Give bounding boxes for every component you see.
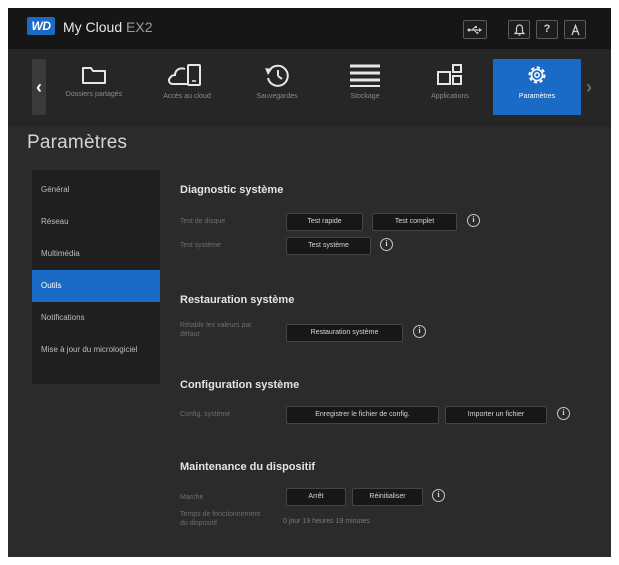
nav-label: Accès au cloud <box>163 93 211 100</box>
usb-icon[interactable] <box>463 20 487 39</box>
app-window: WD My Cloud EX2 ? ‹ Dossiers partagés Ac… <box>8 8 611 557</box>
nav-label: Sauvegardes <box>256 93 298 100</box>
nav-next-button[interactable]: › <box>582 59 596 115</box>
settings-sidebar: Général Réseau Multimédia Outils Notific… <box>32 170 160 384</box>
reboot-button[interactable]: Réinitialiser <box>352 488 423 506</box>
nav-item-applications[interactable]: Applications <box>406 59 494 115</box>
system-restore-button[interactable]: Restauration système <box>286 324 403 342</box>
nav-label: Applications <box>431 93 469 100</box>
restore-label-line2: défaut <box>180 331 200 338</box>
storage-icon <box>350 64 380 87</box>
sidebar-item-media[interactable]: Multimédia <box>32 238 160 270</box>
info-icon[interactable]: i <box>557 407 570 420</box>
nav-label: Stockage <box>350 93 380 100</box>
nav-label: Dossiers partagés <box>65 91 123 98</box>
power-label: Marche <box>180 494 204 501</box>
import-file-button[interactable]: Importer un fichier <box>445 406 547 424</box>
apps-icon <box>437 64 462 85</box>
page-title: Paramètres <box>27 132 128 153</box>
quick-test-button[interactable]: Test rapide <box>286 213 363 231</box>
app-title: My Cloud EX2 <box>63 19 153 35</box>
nav-label: Paramètres <box>518 93 556 100</box>
nav-item-shared-folders[interactable]: Dossiers partagés <box>50 59 138 115</box>
restore-defaults-label: Rétablir les valeurs par défaut <box>180 321 252 339</box>
config-label: Config. système <box>180 411 231 418</box>
nav-prev-button[interactable]: ‹ <box>32 59 46 115</box>
main-nav: ‹ Dossiers partagés Accès au cloud Sauve <box>8 49 611 127</box>
folder-icon <box>82 67 106 84</box>
user-icon[interactable] <box>564 20 586 39</box>
sidebar-item-notifications[interactable]: Notifications <box>32 302 160 334</box>
nav-item-backups[interactable]: Sauvegardes <box>233 59 321 115</box>
section-title-restore: Restauration système <box>180 294 295 306</box>
section-title-config: Configuration système <box>180 379 300 391</box>
save-config-button[interactable]: Enregistrer le fichier de config. <box>286 406 439 424</box>
wd-logo: WD <box>27 17 55 35</box>
uptime-label-line2: du dispositif <box>180 520 217 527</box>
shutdown-button[interactable]: Arrêt <box>286 488 346 506</box>
system-test-button[interactable]: Test système <box>286 237 371 255</box>
gear-icon <box>528 66 546 84</box>
section-title-maintenance: Maintenance du dispositif <box>180 461 316 473</box>
nav-item-storage[interactable]: Stockage <box>321 59 409 115</box>
app-name: My Cloud <box>63 19 123 35</box>
cloud-device-icon <box>168 64 201 86</box>
full-test-button[interactable]: Test complet <box>372 213 457 231</box>
uptime-label-line1: Temps de fonctionnement <box>180 511 261 518</box>
section-title-diagnostic: Diagnostic système <box>180 184 284 196</box>
nav-item-settings[interactable]: Paramètres <box>493 59 581 115</box>
backup-clock-icon <box>265 64 289 87</box>
info-icon[interactable]: i <box>413 325 426 338</box>
app-model: EX2 <box>126 19 153 35</box>
info-icon[interactable]: i <box>467 214 480 227</box>
top-bar: WD My Cloud EX2 ? <box>8 8 611 49</box>
help-icon[interactable]: ? <box>536 20 558 39</box>
system-test-label: Test système <box>180 242 221 249</box>
sidebar-item-firmware-update[interactable]: Mise à jour du micrologiciel <box>32 334 160 366</box>
restore-label-line1: Rétablir les valeurs par <box>180 322 252 329</box>
nav-item-cloud-access[interactable]: Accès au cloud <box>143 59 231 115</box>
sidebar-item-general[interactable]: Général <box>32 174 160 206</box>
sidebar-item-tools[interactable]: Outils <box>32 270 160 302</box>
uptime-label: Temps de fonctionnement du dispositif <box>180 510 260 528</box>
sidebar-item-network[interactable]: Réseau <box>32 206 160 238</box>
info-icon[interactable]: i <box>380 238 393 251</box>
bell-icon[interactable] <box>508 20 530 39</box>
info-icon[interactable]: i <box>432 489 445 502</box>
disk-test-label: Test de disque <box>180 218 226 225</box>
uptime-value: 0 jour 19 heures 19 minutes <box>283 518 370 525</box>
